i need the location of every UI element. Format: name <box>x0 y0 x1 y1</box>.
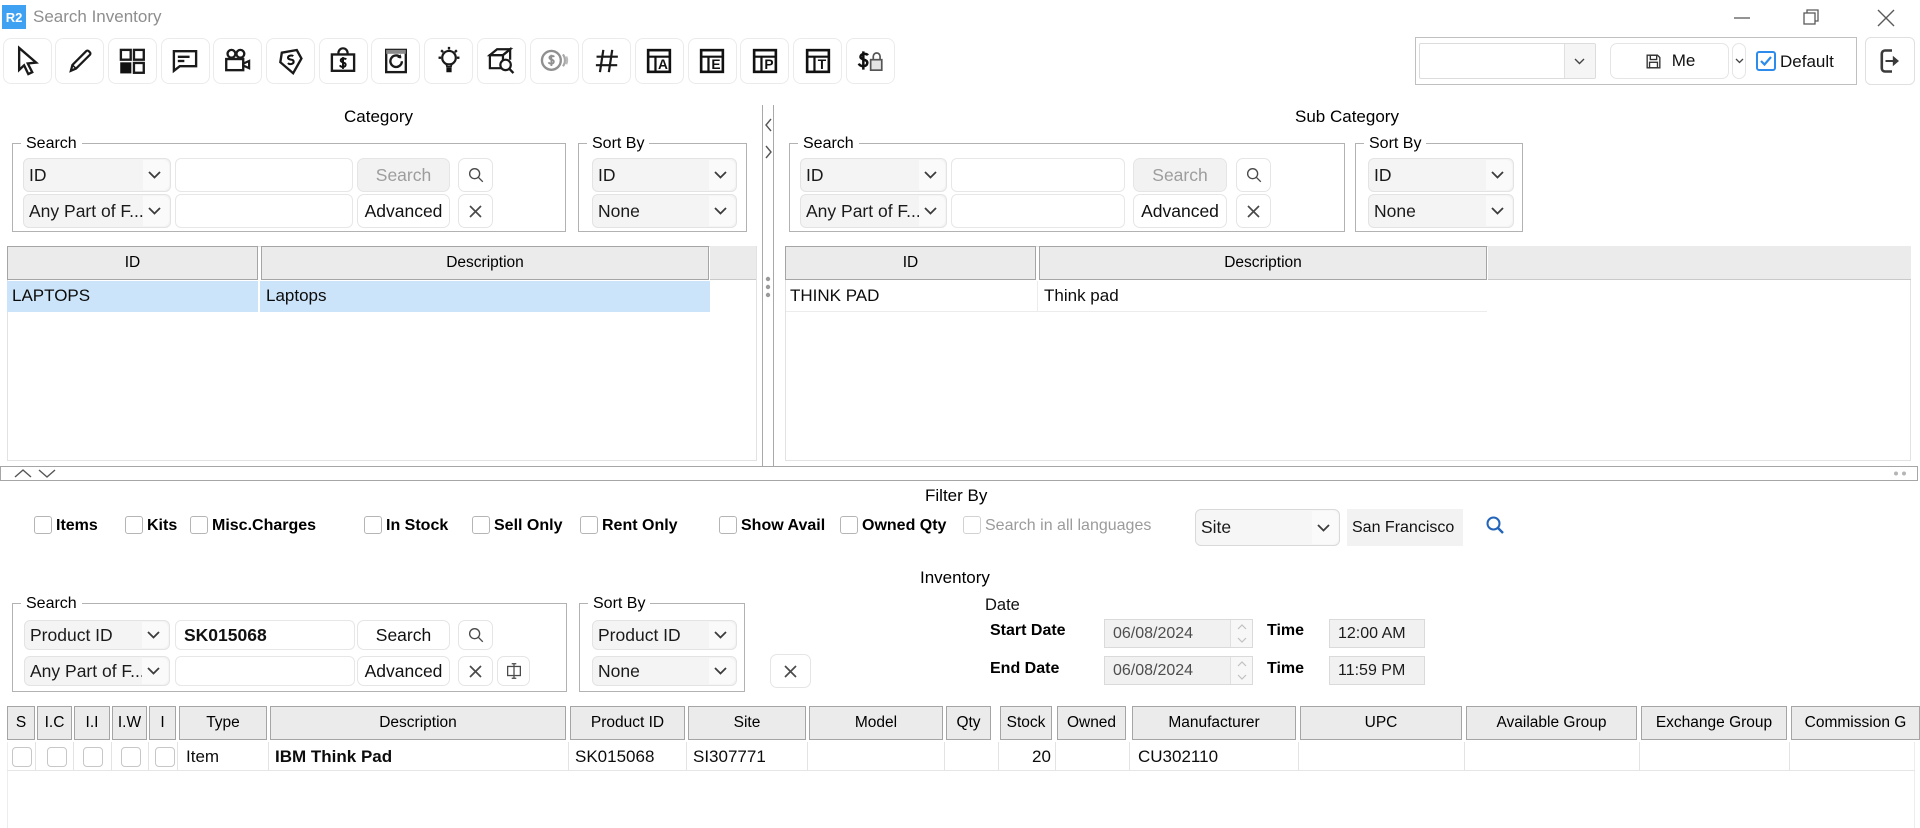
svg-text:A: A <box>658 57 668 72</box>
svg-text:T: T <box>817 57 826 72</box>
svg-text:E: E <box>711 57 720 72</box>
svg-text:P: P <box>764 57 773 72</box>
